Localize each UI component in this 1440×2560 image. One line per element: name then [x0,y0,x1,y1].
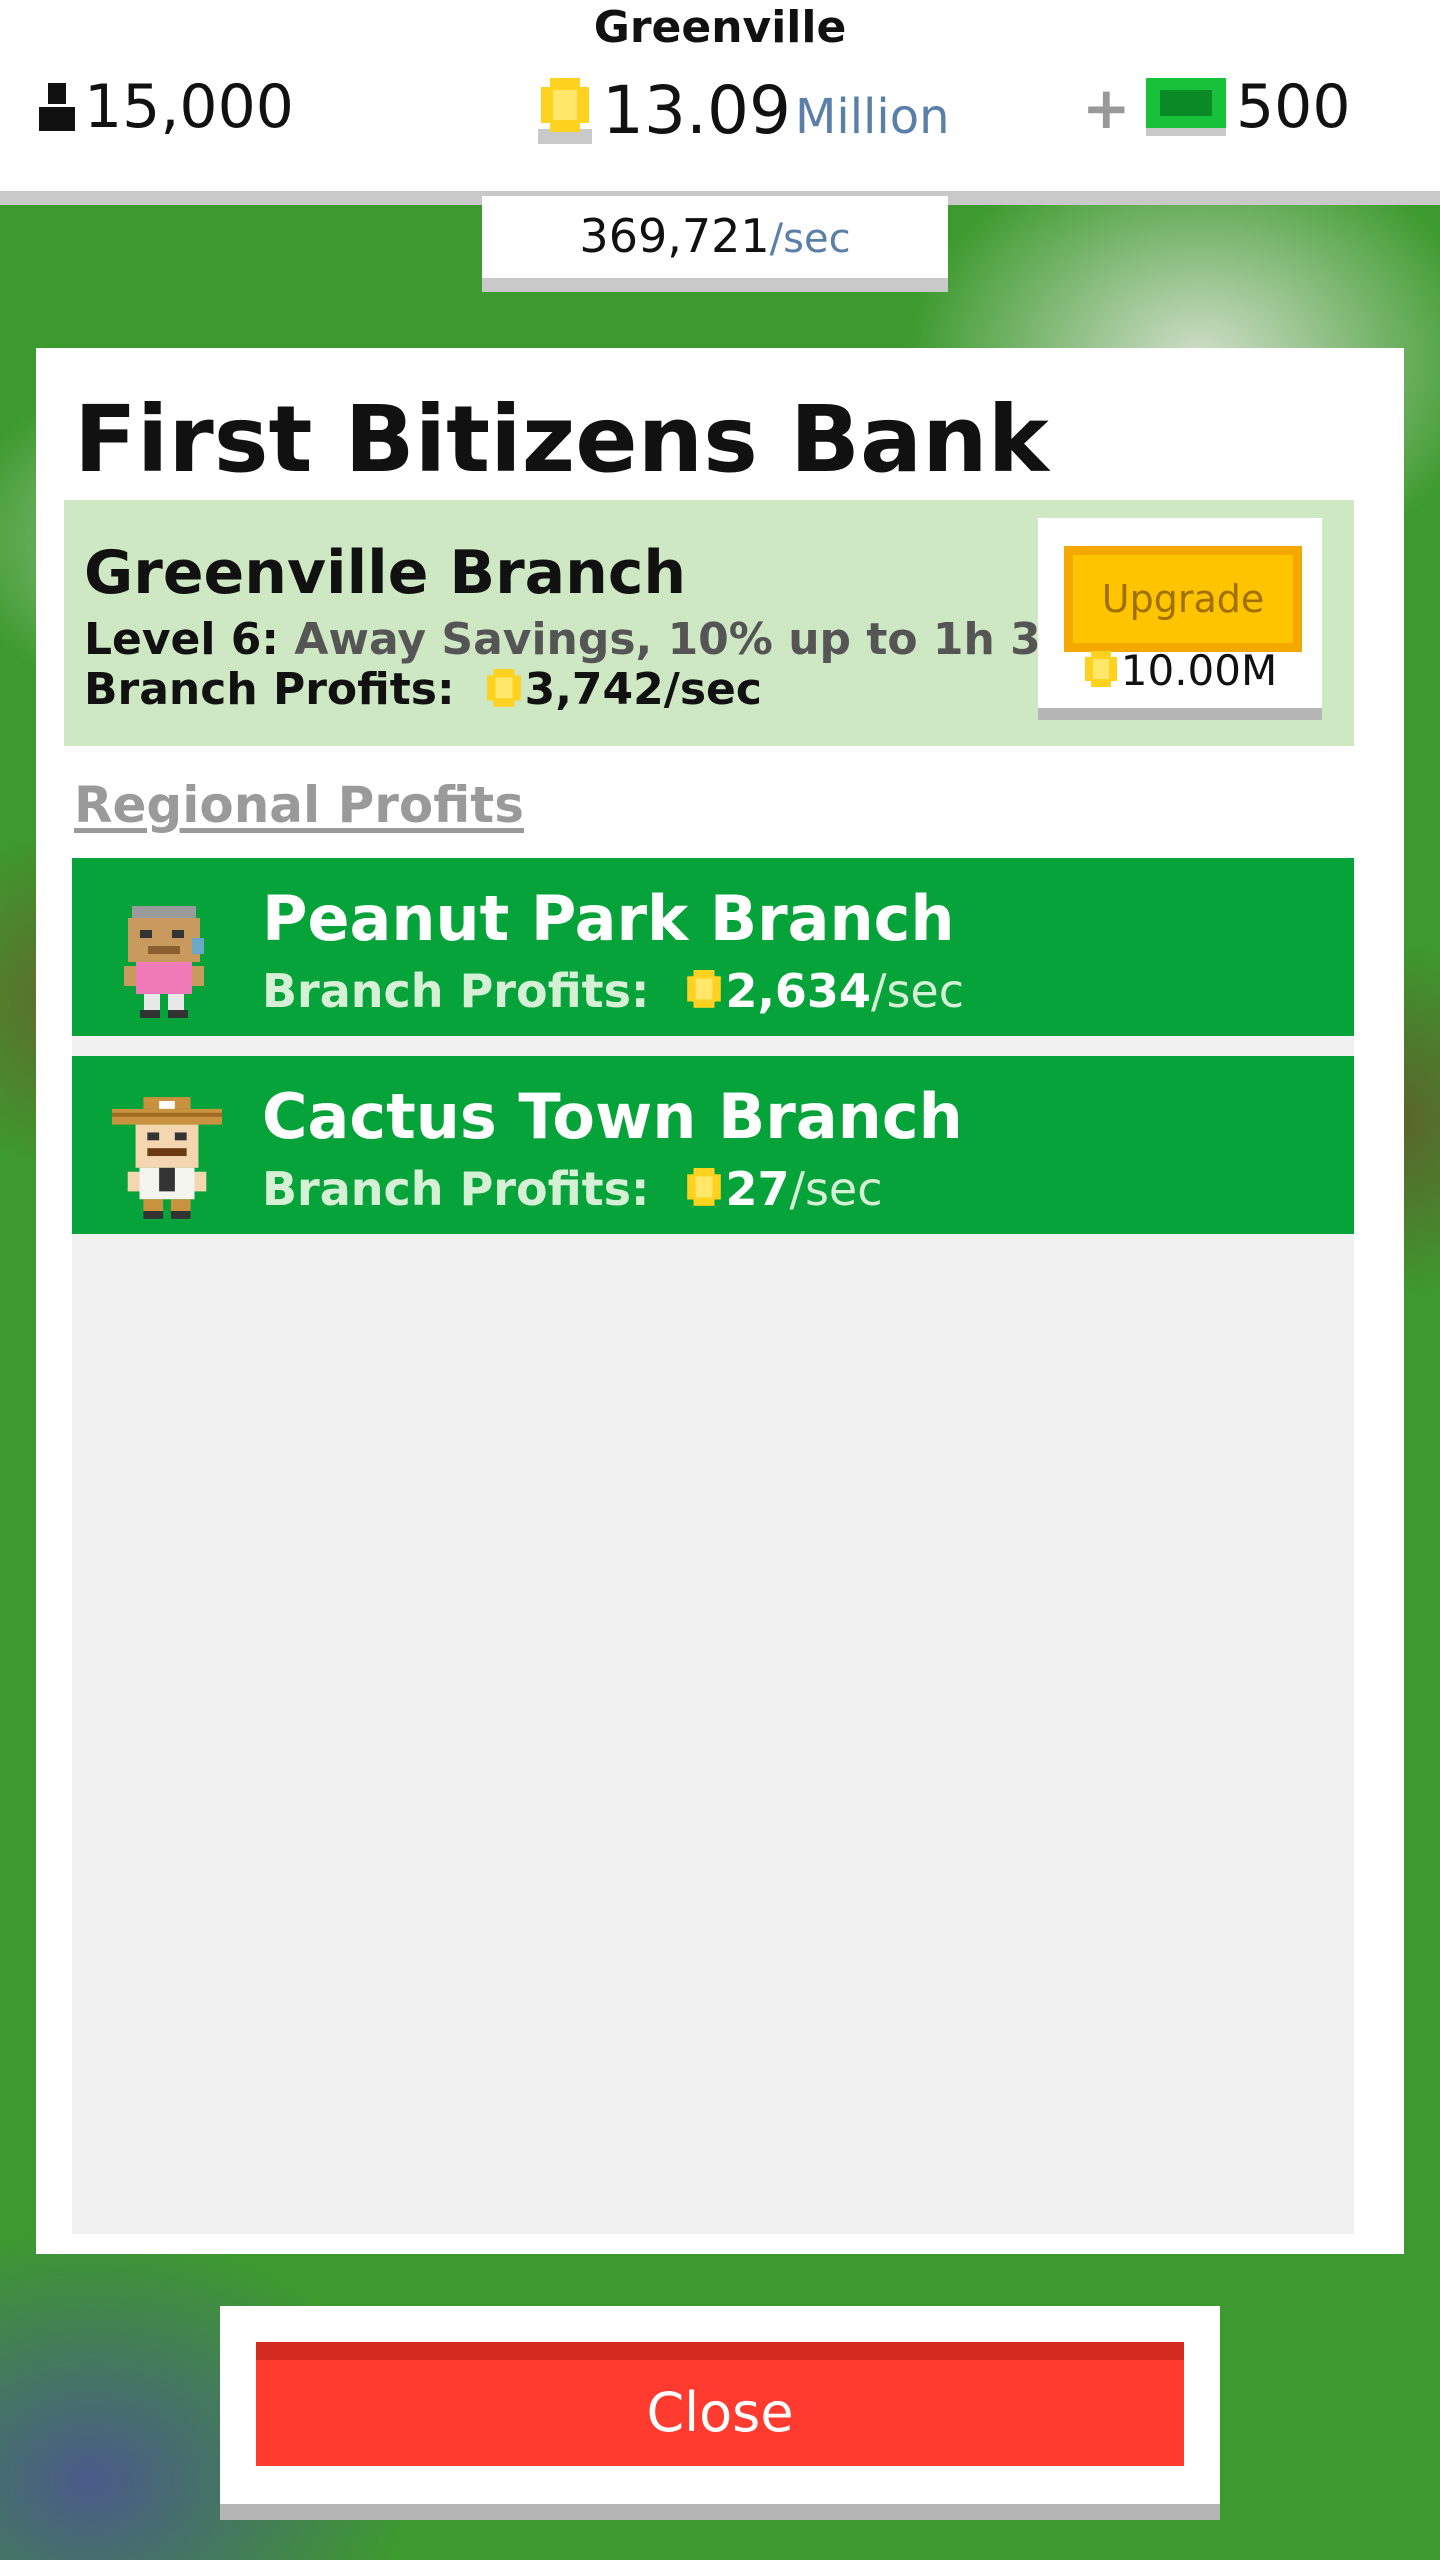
list-item[interactable]: Peanut Park Branch Branch Profits: 2,634… [72,858,1354,1036]
list-item-profit-label: Branch Profits: [262,964,650,1018]
list-item-profit-unit: /sec [789,1162,883,1216]
coin-icon [538,77,592,144]
gems-value: 500 [1236,72,1351,142]
city-name: Greenville [593,2,847,53]
old-lady-avatar-icon [112,898,216,1022]
add-gems-button[interactable]: + [1082,74,1131,142]
income-rate-value: 369,721 [579,209,770,263]
list-item-profit-unit: /sec [870,964,965,1018]
coin-icon [1083,650,1119,691]
income-rate-unit: /sec [769,216,851,262]
person-icon [36,83,78,131]
upgrade-cost: 10.00M [1038,646,1322,695]
list-item-profit-value: 27 [725,1162,790,1216]
current-branch-card: Greenville Branch Level 6: Away Savings,… [64,500,1354,746]
list-item-profit-value: 2,634 [725,964,871,1018]
coin-icon [685,1168,723,1210]
population-display: 15,000 [36,72,294,142]
close-button-container: Close [220,2306,1220,2520]
branch-level-description: Away Savings, 10% up to 1h 30m [294,614,1118,665]
money-unit: Million [794,89,950,145]
list-item-profit: Branch Profits: 2,634/sec [262,964,964,1018]
coin-icon [685,970,723,1012]
upgrade-box: Upgrade 10.00M [1038,518,1322,720]
branch-level: Level 6: Away Savings, 10% up to 1h 30m [84,614,1117,665]
list-item[interactable]: Cactus Town Branch Branch Profits: 27/se… [72,1056,1354,1234]
money-display: 13.09 Million [538,72,950,149]
branch-profit: Branch Profits: 3,742/sec [84,664,762,715]
gems-display: 500 [1146,72,1351,142]
regional-profits-heading: Regional Profits [74,776,524,834]
upgrade-cost-value: 10.00M [1120,646,1278,695]
branch-level-label: Level 6: [84,614,280,665]
upgrade-button[interactable]: Upgrade [1064,546,1302,652]
income-rate: 369,721/sec [482,196,948,292]
cowboy-avatar-icon [112,1096,222,1224]
branch-name: Greenville Branch [84,538,687,608]
close-button[interactable]: Close [256,2342,1184,2466]
population-value: 15,000 [84,72,294,142]
branch-profit-label: Branch Profits: [84,664,455,715]
bank-panel: First Bitizens Bank Greenville Branch Le… [36,348,1404,2254]
list-item-name: Cactus Town Branch [262,1080,963,1153]
list-item-name: Peanut Park Branch [262,882,955,955]
list-item-profit: Branch Profits: 27/sec [262,1162,883,1216]
regional-branch-list: Peanut Park Branch Branch Profits: 2,634… [72,858,1354,2234]
gem-bux-icon [1146,78,1226,136]
top-status-bar: Greenville 15,000 13.09 Million + 500 [0,0,1440,205]
coin-icon [485,668,523,711]
branch-profit-value: 3,742/sec [524,664,762,715]
list-item-profit-label: Branch Profits: [262,1162,650,1216]
money-amount: 13.09 [602,72,791,149]
panel-title: First Bitizens Bank [74,386,1049,493]
